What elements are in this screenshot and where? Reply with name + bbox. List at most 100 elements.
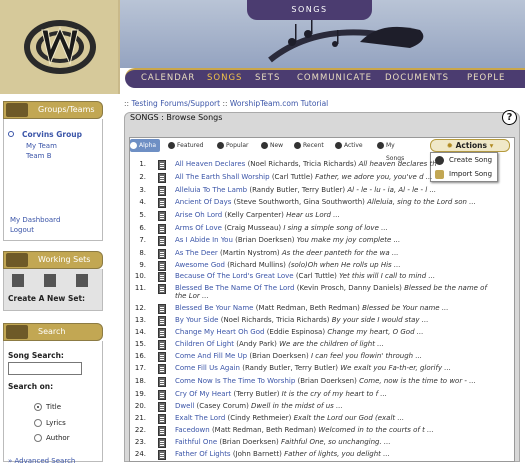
help-icon[interactable]: ? <box>502 110 517 125</box>
radio-title[interactable] <box>34 403 42 411</box>
nav-communicate[interactable]: COMMUNICATE <box>297 73 372 83</box>
breadcrumb-testing-forums[interactable]: Testing Forums/Support <box>131 99 220 108</box>
song-title-link[interactable]: Blessed Be The Name Of The Lord <box>175 284 294 292</box>
song-document-icon[interactable] <box>158 377 166 387</box>
song-number: 19. <box>134 390 146 398</box>
song-entry: Facedown (Matt Redman, Beth Redman) Welc… <box>175 426 495 434</box>
song-document-icon[interactable] <box>158 186 166 196</box>
advanced-search-link[interactable]: » Advanced Search <box>8 457 75 465</box>
song-title-link[interactable]: Ancient Of Days <box>175 198 231 206</box>
song-document-icon[interactable] <box>158 284 166 294</box>
group-corvins[interactable]: Corvins Group <box>22 130 82 139</box>
song-document-icon[interactable] <box>158 402 166 412</box>
song-title-link[interactable]: Cry Of My Heart <box>175 390 231 398</box>
song-title-link[interactable]: Dwell <box>175 402 194 410</box>
tab-my-songs[interactable]: My Songs <box>377 139 404 162</box>
logo[interactable] <box>0 0 120 94</box>
song-document-icon[interactable] <box>158 438 166 448</box>
song-document-icon[interactable] <box>158 414 166 424</box>
song-document-icon[interactable] <box>158 304 166 314</box>
song-document-icon[interactable] <box>158 340 166 350</box>
song-title-link[interactable]: Exalt The Lord <box>175 414 225 422</box>
song-document-icon[interactable] <box>158 198 166 208</box>
song-author: (Brian Doerksen) <box>297 377 357 385</box>
groups-panel: Corvins Group My Team Team B My Dashboar… <box>3 119 103 241</box>
nav-people[interactable]: PEOPLE <box>467 73 505 83</box>
worshipteam-logo-icon <box>24 20 96 74</box>
toolbox-icon <box>6 253 28 267</box>
delete-set-icon[interactable] <box>76 274 88 287</box>
song-document-icon[interactable] <box>158 272 166 282</box>
song-title-link[interactable]: Faithful One <box>175 438 217 446</box>
song-author: (Brian Doerksen) <box>219 438 279 446</box>
song-number: 9. <box>139 261 146 269</box>
tab-active[interactable]: Active <box>335 139 363 152</box>
song-number: 13. <box>134 316 146 324</box>
song-title-link[interactable]: Facedown <box>175 426 210 434</box>
tab-alpha[interactable]: Alpha <box>130 139 161 152</box>
song-entry: Come Now Is The Time To Worship (Brian D… <box>175 377 495 385</box>
song-entry: Come And Fill Me Up (Brian Doerksen) I c… <box>175 352 495 360</box>
song-title-link[interactable]: Arms Of Love <box>175 224 222 232</box>
song-title-link[interactable]: By Your Side <box>175 316 218 324</box>
song-document-icon[interactable] <box>158 390 166 400</box>
song-author: (Noel Richards, Tricia Richards) <box>247 160 357 168</box>
song-document-icon[interactable] <box>158 236 166 246</box>
song-title-link[interactable]: Come Fill Us Again <box>175 364 240 372</box>
song-search-input[interactable] <box>8 362 82 375</box>
nav-calendar[interactable]: CALENDAR <box>141 73 195 83</box>
song-title-link[interactable]: Children Of Light <box>175 340 234 348</box>
song-document-icon[interactable] <box>158 316 166 326</box>
song-document-icon[interactable] <box>158 364 166 374</box>
song-document-icon[interactable] <box>158 328 166 338</box>
tab-popular[interactable]: Popular <box>217 139 249 152</box>
song-title-link[interactable]: Because Of The Lord's Great Love <box>175 272 294 280</box>
nav-songs[interactable]: SONGS <box>207 73 242 83</box>
set-icon[interactable] <box>12 274 24 287</box>
song-document-icon[interactable] <box>158 450 166 460</box>
song-document-icon[interactable] <box>158 426 166 436</box>
logout-link[interactable]: Logout <box>10 226 34 234</box>
song-title-link[interactable]: Alleluia To The Lamb <box>175 186 247 194</box>
song-lyric-snippet: Faithful One, so unchanging. ... <box>280 438 391 446</box>
song-entry: Arise Oh Lord (Kelly Carpenter) Hear us … <box>175 211 495 219</box>
tab-recent[interactable]: Recent <box>294 139 324 152</box>
song-document-icon[interactable] <box>158 160 166 170</box>
nav-documents[interactable]: DOCUMENTS <box>385 73 449 83</box>
song-title-link[interactable]: Awesome God <box>175 261 225 269</box>
team-b[interactable]: Team B <box>26 152 52 160</box>
song-entry: Come Fill Us Again (Randy Butler, Terry … <box>175 364 495 372</box>
song-title-link[interactable]: All The Earth Shall Worship <box>175 173 270 181</box>
song-lyric-snippet: I can feel you flowin' through ... <box>310 352 422 360</box>
radio-lyrics[interactable] <box>34 419 42 427</box>
breadcrumb-tutorial[interactable]: WorshipTeam.com Tutorial <box>230 99 328 108</box>
song-document-icon[interactable] <box>158 224 166 234</box>
song-entry: As I Abide In You (Brian Doerksen) You m… <box>175 236 495 244</box>
song-document-icon[interactable] <box>158 261 166 271</box>
create-new-set-label[interactable]: Create A New Set: <box>8 294 85 303</box>
team-my-team[interactable]: My Team <box>26 142 57 150</box>
groups-header: Groups/Teams <box>3 101 103 119</box>
tab-featured[interactable]: Featured <box>168 139 203 152</box>
song-title-link[interactable]: As I Abide In You <box>175 236 233 244</box>
song-document-icon[interactable] <box>158 211 166 221</box>
song-title-link[interactable]: Come Now Is The Time To Worship <box>175 377 295 385</box>
my-dashboard-link[interactable]: My Dashboard <box>10 216 60 224</box>
song-title-link[interactable]: Father Of Lights <box>175 450 231 458</box>
song-title-link[interactable]: All Heaven Declares <box>175 160 245 168</box>
radio-author[interactable] <box>34 434 42 442</box>
song-title-link[interactable]: Change My Heart Oh God <box>175 328 264 336</box>
actions-button[interactable]: ✹ Actions ▾ <box>430 139 510 152</box>
tab-new[interactable]: New <box>261 139 283 152</box>
song-title-link[interactable]: Come And Fill Me Up <box>175 352 247 360</box>
song-title-link[interactable]: Blessed Be Your Name <box>175 304 253 312</box>
song-document-icon[interactable] <box>158 173 166 183</box>
song-document-icon[interactable] <box>158 249 166 259</box>
nav-sets[interactable]: SETS <box>255 73 280 83</box>
song-title-link[interactable]: As The Deer <box>175 249 218 257</box>
song-document-icon[interactable] <box>158 352 166 362</box>
song-author: (Martin Nystrom) <box>220 249 280 257</box>
song-entry: As The Deer (Martin Nystrom) As the deer… <box>175 249 495 257</box>
song-title-link[interactable]: Arise Oh Lord <box>175 211 222 219</box>
edit-set-icon[interactable] <box>44 274 56 287</box>
